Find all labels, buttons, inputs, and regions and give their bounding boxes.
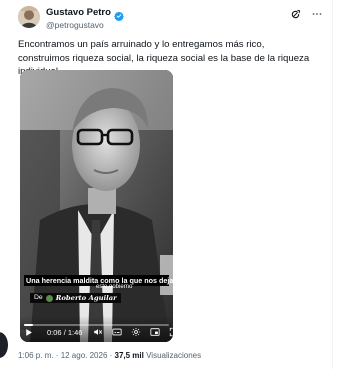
video-player[interactable]: Una herencia maldita como la que nos dej… — [20, 70, 173, 342]
credit-logo-icon — [45, 294, 53, 302]
avatar-image — [18, 6, 40, 28]
avatar[interactable] — [18, 6, 40, 28]
video-duration: 1:46 — [67, 327, 83, 337]
tweet-date[interactable]: 12 ago. 2026 — [61, 351, 108, 360]
captions-icon[interactable] — [111, 326, 123, 338]
tweet-time[interactable]: 1:06 p. m. — [18, 351, 54, 360]
video-time: 0:06 / 1:46 — [47, 328, 82, 337]
play-icon[interactable] — [24, 326, 33, 338]
views-label: Visualizaciones — [146, 351, 202, 360]
credit-prefix: De — [34, 294, 43, 301]
meta-separator-2: · — [107, 351, 115, 360]
video-caption-sub: este gobierno — [96, 284, 133, 290]
settings-gear-icon[interactable] — [130, 326, 142, 338]
meta-separator: · — [53, 351, 61, 360]
video-current-time: 0:06 — [47, 327, 62, 337]
more-icon[interactable] — [310, 7, 324, 21]
volume-icon[interactable] — [92, 326, 104, 338]
verified-badge-icon — [114, 8, 124, 21]
fullscreen-icon[interactable] — [168, 326, 173, 338]
credit-author: Roberto Aguilar — [55, 294, 117, 302]
tweet-actions — [288, 6, 324, 22]
tweet-card[interactable]: Gustavo Petro @petrogustavo Encontramos … — [0, 0, 333, 369]
grok-icon[interactable] — [288, 7, 302, 21]
author-handle[interactable]: @petrogustavo — [46, 19, 324, 31]
video-controls: 0:06 / 1:46 — [20, 316, 173, 342]
author-name[interactable]: Gustavo Petro — [46, 6, 111, 19]
pip-icon[interactable] — [149, 326, 161, 338]
tweet-header: Gustavo Petro @petrogustavo — [46, 6, 324, 32]
view-count: 37,5 mil — [114, 351, 144, 360]
video-credit: De Roberto Aguilar — [30, 293, 121, 303]
tweet-meta: 1:06 p. m. · 12 ago. 2026 · 37,5 mil Vis… — [18, 350, 201, 361]
